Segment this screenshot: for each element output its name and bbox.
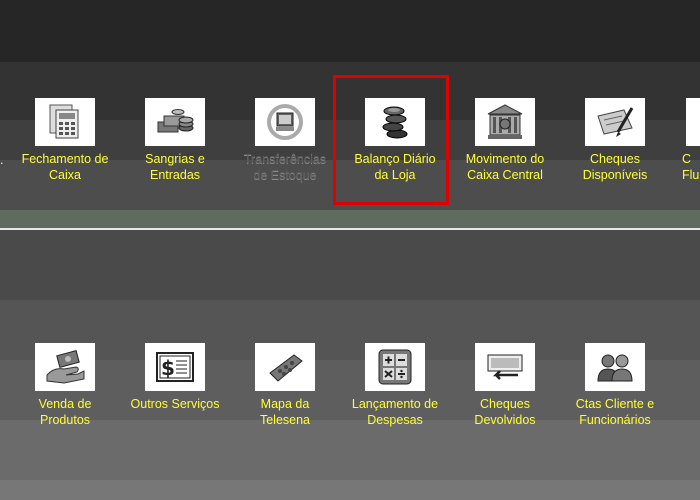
svg-text:$: $	[161, 356, 175, 380]
hand-money-icon	[35, 343, 95, 391]
menu-item-outros-servicos[interactable]: $ Outros Serviços	[120, 343, 230, 412]
people-icon	[585, 343, 645, 391]
menu-item-partial-right[interactable]: C Flu	[682, 98, 700, 183]
menu-item-cheques-disponiveis[interactable]: Cheques Disponíveis	[560, 98, 670, 183]
returned-cheque-icon	[475, 343, 535, 391]
panel-2-bottom	[0, 420, 700, 480]
menu-item-ctas-cliente-funcionarios[interactable]: Ctas Cliente e Funcionários	[560, 343, 670, 428]
dollar-bill-icon: $	[145, 343, 205, 391]
partial-left-label[interactable]: .	[0, 153, 3, 167]
math-calculator-icon	[365, 343, 425, 391]
menu-item-label: Outros Serviços	[130, 397, 220, 411]
menu-item-mapa-telesena[interactable]: Mapa da Telesena	[230, 343, 340, 428]
menu-item-cheques-devolvidos[interactable]: Cheques Devolvidos	[450, 343, 560, 428]
menu-item-label: Sangrias e Entradas	[145, 152, 205, 182]
menu-item-label: Cheques Devolvidos	[474, 397, 536, 427]
partial-right-label: C Flu	[682, 152, 700, 182]
menu-item-sangrias-entradas[interactable]: Sangrias e Entradas	[120, 98, 230, 183]
top-bar	[0, 0, 700, 62]
menu-item-venda-produtos[interactable]: Venda de Produtos	[10, 343, 120, 428]
panel-footer	[0, 480, 700, 500]
menu-item-label: Fechamento de Caixa	[21, 152, 109, 182]
panel-divider	[0, 210, 700, 228]
menu-item-label: Mapa da Telesena	[259, 397, 311, 427]
checkbook-pen-icon	[585, 98, 645, 146]
selection-highlight	[333, 75, 449, 205]
menu-item-transferencias-estoque[interactable]: Transferências de Estoque	[230, 98, 340, 183]
menu-item-fechamento-caixa[interactable]: Fechamento de Caixa	[10, 98, 120, 183]
panel-2-top	[0, 230, 700, 300]
menu-item-label: Transferências de Estoque	[243, 152, 327, 182]
bank-building-icon	[475, 98, 535, 146]
calculator-documents-icon	[35, 98, 95, 146]
menu-item-label: Movimento do Caixa Central	[465, 152, 545, 182]
menu-item-label: Cheques Disponíveis	[582, 152, 648, 182]
menu-item-label: Lançamento de Despesas	[351, 397, 439, 427]
menu-item-lancamento-despesas[interactable]: Lançamento de Despesas	[340, 343, 450, 428]
partial-icon	[686, 98, 700, 146]
menu-item-label: Ctas Cliente e Funcionários	[575, 397, 655, 427]
ticket-map-icon	[255, 343, 315, 391]
menu-item-movimento-caixa-central[interactable]: Movimento do Caixa Central	[450, 98, 560, 183]
menu-item-label: Venda de Produtos	[38, 397, 92, 427]
transfer-computer-icon	[255, 98, 315, 146]
cash-stacks-icon	[145, 98, 205, 146]
